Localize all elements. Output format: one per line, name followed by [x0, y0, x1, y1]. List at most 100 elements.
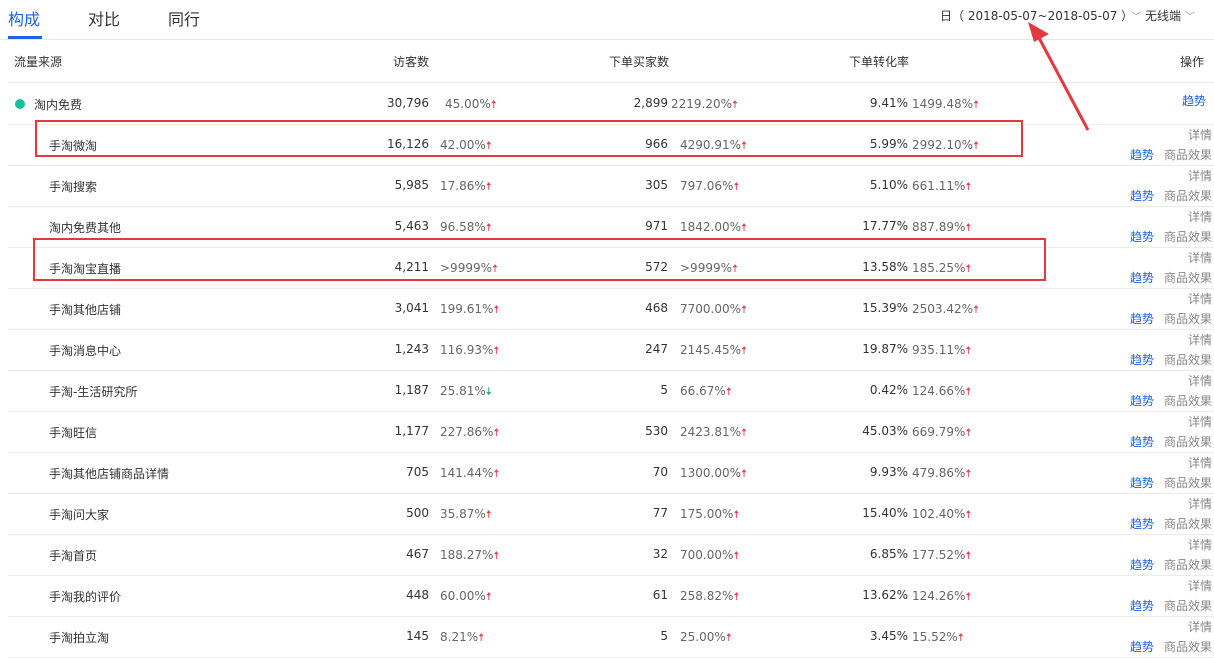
buyers-change: 4290.91%🠅: [680, 137, 747, 156]
product-effect-link[interactable]: 商品效果: [1164, 638, 1212, 655]
trend-link[interactable]: 趋势: [1130, 310, 1154, 327]
product-effect-link[interactable]: 商品效果: [1164, 474, 1212, 491]
product-effect-link[interactable]: 商品效果: [1164, 515, 1212, 532]
trend-link[interactable]: 趋势: [1130, 228, 1154, 245]
product-effect-link[interactable]: 商品效果: [1164, 187, 1212, 204]
change-value: 1300.00%: [680, 466, 742, 480]
detail-link[interactable]: 详情: [1188, 618, 1212, 635]
trend-link[interactable]: 趋势: [1130, 351, 1154, 368]
row-name: 手淘旺信: [49, 426, 98, 440]
trend-link[interactable]: 趋势: [1130, 187, 1154, 204]
header-conversion: 下单转化率: [849, 55, 910, 69]
conversion-value: 17.77%: [862, 219, 908, 233]
trend-link[interactable]: 趋势: [1130, 597, 1154, 614]
change-value: 177.52%: [912, 548, 966, 562]
product-effect-link[interactable]: 商品效果: [1164, 392, 1212, 409]
detail-link[interactable]: 详情: [1188, 167, 1212, 184]
tab-composition[interactable]: 构成: [8, 6, 40, 30]
trend-link[interactable]: 趋势: [1182, 92, 1206, 109]
change-value: 124.26%: [912, 589, 966, 603]
row-name: 手淘其他店铺: [49, 303, 122, 317]
arrow-up-icon: 🠅: [732, 98, 739, 111]
detail-link[interactable]: 详情: [1188, 126, 1212, 143]
detail-link[interactable]: 详情: [1188, 454, 1212, 471]
arrow-up-icon: 🠅: [741, 467, 748, 480]
group-dot-icon: [15, 99, 25, 109]
tab-compare[interactable]: 对比: [88, 6, 120, 30]
trend-link[interactable]: 趋势: [1130, 269, 1154, 286]
trend-link[interactable]: 趋势: [1130, 515, 1154, 532]
detail-link[interactable]: 详情: [1188, 536, 1212, 553]
row-name: 手淘我的评价: [49, 590, 122, 604]
product-effect-link[interactable]: 商品效果: [1164, 556, 1212, 573]
change-value: 17.86%: [440, 179, 486, 193]
tab-peers[interactable]: 同行: [168, 6, 200, 30]
detail-link[interactable]: 详情: [1188, 413, 1212, 430]
visitors-value: 16,126: [387, 137, 429, 151]
change-value: 2219.20%: [671, 97, 733, 111]
arrow-up-icon: 🠅: [965, 467, 972, 480]
arrow-up-icon: 🠅: [490, 98, 497, 111]
buyers-value: 32: [652, 547, 668, 561]
visitors-change: >9999%🠅: [440, 260, 498, 279]
trend-link[interactable]: 趋势: [1130, 556, 1154, 573]
change-value: 479.86%: [912, 466, 966, 480]
conversion-change: 102.40%🠅: [912, 506, 971, 525]
change-value: 1499.48%: [912, 97, 974, 111]
detail-link[interactable]: 详情: [1188, 577, 1212, 594]
arrow-up-icon: 🠅: [965, 590, 972, 603]
visitors-value: 4,211: [394, 260, 429, 274]
trend-link[interactable]: 趋势: [1130, 638, 1154, 655]
trend-link[interactable]: 趋势: [1130, 433, 1154, 450]
product-effect-link[interactable]: 商品效果: [1164, 433, 1212, 450]
arrow-down-icon: 🠇: [485, 385, 492, 398]
date-range-selector[interactable]: 日（ 2018-05-07~2018-05-07 ） ﹀: [940, 7, 1141, 24]
visitors-change: 199.61%🠅: [440, 301, 499, 320]
product-effect-link[interactable]: 商品效果: [1164, 269, 1212, 286]
detail-link[interactable]: 详情: [1188, 249, 1212, 266]
detail-link[interactable]: 详情: [1188, 372, 1212, 389]
trend-link[interactable]: 趋势: [1130, 146, 1154, 163]
row-name: 手淘其他店铺商品详情: [49, 467, 170, 481]
visitors-value: 705: [406, 465, 429, 479]
header-source: 流量来源: [14, 55, 63, 69]
arrow-up-icon: 🠅: [965, 385, 972, 398]
detail-link[interactable]: 详情: [1188, 331, 1212, 348]
buyers-value: 77: [652, 506, 668, 520]
row-name: 手淘微淘: [49, 139, 98, 153]
product-effect-link[interactable]: 商品效果: [1164, 146, 1212, 163]
trend-link[interactable]: 趋势: [1130, 392, 1154, 409]
arrow-up-icon: 🠅: [741, 426, 748, 439]
product-effect-link[interactable]: 商品效果: [1164, 310, 1212, 327]
visitors-change: 188.27%🠅: [440, 547, 499, 566]
change-value: 188.27%: [440, 548, 494, 562]
row-name: 手淘拍立淘: [49, 631, 110, 645]
visitors-value: 1,243: [394, 342, 429, 356]
detail-link[interactable]: 详情: [1188, 290, 1212, 307]
conversion-change: 669.79%🠅: [912, 424, 971, 443]
conversion-change: 479.86%🠅: [912, 465, 971, 484]
visitors-value: 467: [406, 547, 429, 561]
conversion-change: 124.66%🠅: [912, 383, 971, 402]
product-effect-link[interactable]: 商品效果: [1164, 228, 1212, 245]
detail-link[interactable]: 详情: [1188, 495, 1212, 512]
product-effect-link[interactable]: 商品效果: [1164, 597, 1212, 614]
conversion-change: 2503.42%🠅: [912, 301, 979, 320]
table-row: 手淘我的评价 448 60.00%🠅 61 258.82%🠅 13.62% 124.26%🠅…: [8, 575, 1214, 617]
buyers-change: 1300.00%🠅: [680, 465, 747, 484]
table-header: 流量来源 访客数 下单买家数 下单转化率 操作: [8, 40, 1214, 83]
detail-link[interactable]: 详情: [1188, 208, 1212, 225]
product-effect-link[interactable]: 商品效果: [1164, 351, 1212, 368]
change-value: 25.00%: [680, 630, 726, 644]
trend-link[interactable]: 趋势: [1130, 474, 1154, 491]
arrow-up-icon: 🠅: [741, 344, 748, 357]
change-value: 141.44%: [440, 466, 494, 480]
buyers-value: 971: [645, 219, 668, 233]
visitors-change: 8.21%🠅: [440, 629, 484, 648]
device-selector[interactable]: 无线端 ﹀: [1145, 7, 1195, 24]
change-value: 2992.10%: [912, 138, 974, 152]
arrow-up-icon: 🠅: [741, 221, 748, 234]
table-row: 手淘拍立淘 145 8.21%🠅 5 25.00%🠅 3.45% 15.52%🠅 详情 趋势 商品…: [8, 616, 1214, 658]
change-value: 797.06%: [680, 179, 734, 193]
change-value: >9999%: [440, 261, 492, 275]
